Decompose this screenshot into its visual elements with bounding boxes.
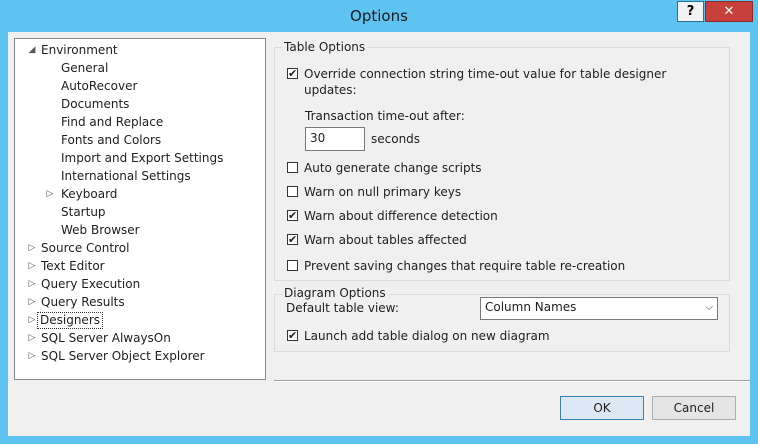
override-timeout-label-line2: updates: — [304, 83, 357, 97]
tree-item-text-editor[interactable]: Text Editor — [39, 258, 107, 275]
ok-button[interactable]: OK — [560, 396, 644, 420]
tree-item-query-execution[interactable]: Query Execution — [39, 276, 142, 293]
divider — [274, 380, 750, 382]
dialog-client-area: ◢ Environment General AutoRecover Docume… — [8, 32, 750, 436]
expand-arrow-icon[interactable]: ▷ — [27, 240, 37, 257]
options-tree[interactable]: ◢ Environment General AutoRecover Docume… — [14, 38, 266, 380]
tree-item-source-control[interactable]: Source Control — [39, 240, 131, 257]
title-bar[interactable]: Options ? ✕ — [0, 0, 758, 32]
warn-tables-affected-checkbox[interactable]: ✔ — [287, 234, 298, 245]
override-timeout-checkbox[interactable]: ✔ — [287, 68, 298, 79]
tree-item-find-and-replace[interactable]: Find and Replace — [59, 114, 165, 131]
table-options-title: Table Options — [282, 40, 368, 54]
tree-item-autorecover[interactable]: AutoRecover — [59, 78, 139, 95]
tree-item-fonts-and-colors[interactable]: Fonts and Colors — [59, 132, 163, 149]
override-timeout-row[interactable]: ✔ Override connection string time-out va… — [287, 67, 707, 83]
tree-item-query-results[interactable]: Query Results — [39, 294, 127, 311]
prevent-saving-label: Prevent saving changes that require tabl… — [304, 259, 626, 273]
prevent-saving-row[interactable]: Prevent saving changes that require tabl… — [287, 259, 707, 275]
seconds-label: seconds — [371, 132, 421, 146]
default-view-label: Default table view: — [286, 301, 399, 315]
close-button[interactable]: ✕ — [705, 1, 753, 22]
cancel-button[interactable]: Cancel — [652, 396, 736, 420]
tree-item-designers[interactable]: Designers — [37, 312, 103, 329]
options-window: Options ? ✕ ◢ Environment General AutoRe… — [0, 0, 758, 444]
tree-item-general[interactable]: General — [59, 60, 110, 77]
tree-item-startup[interactable]: Startup — [59, 204, 108, 221]
expand-arrow-icon[interactable]: ▷ — [27, 348, 37, 365]
transaction-timeout-label: Transaction time-out after: — [305, 109, 465, 123]
tree-item-international-settings[interactable]: International Settings — [59, 168, 193, 185]
auto-generate-scripts-label: Auto generate change scripts — [304, 161, 482, 175]
warn-difference-checkbox[interactable]: ✔ — [287, 210, 298, 221]
expand-arrow-icon[interactable]: ▷ — [27, 330, 37, 347]
chevron-down-icon: ⌵ — [705, 302, 713, 313]
default-view-select[interactable]: Column Names ⌵ — [480, 297, 718, 320]
expand-arrow-icon[interactable]: ▷ — [27, 276, 37, 293]
window-title: Options — [350, 7, 408, 25]
tree-item-documents[interactable]: Documents — [59, 96, 131, 113]
warn-null-keys-checkbox[interactable] — [287, 186, 298, 197]
warn-difference-row[interactable]: ✔ Warn about difference detection — [287, 209, 707, 225]
collapse-arrow-icon[interactable]: ◢ — [27, 42, 37, 59]
launch-add-table-row[interactable]: ✔ Launch add table dialog on new diagram — [287, 329, 707, 345]
override-timeout-label: Override connection string time-out valu… — [304, 67, 667, 81]
expand-arrow-icon[interactable]: ▷ — [27, 294, 37, 311]
tree-item-environment[interactable]: Environment — [39, 42, 120, 59]
tree-item-web-browser[interactable]: Web Browser — [59, 222, 142, 239]
expand-arrow-icon[interactable]: ▷ — [45, 186, 55, 203]
expand-arrow-icon[interactable]: ▷ — [27, 312, 37, 329]
warn-null-keys-row[interactable]: Warn on null primary keys — [287, 185, 707, 201]
tree-item-sql-server-alwayson[interactable]: SQL Server AlwaysOn — [39, 330, 173, 347]
tree-item-sql-server-object-explorer[interactable]: SQL Server Object Explorer — [39, 348, 207, 365]
timeout-input[interactable]: 30 — [305, 127, 365, 151]
warn-difference-label: Warn about difference detection — [304, 209, 498, 223]
warn-null-keys-label: Warn on null primary keys — [304, 185, 462, 199]
launch-add-table-label: Launch add table dialog on new diagram — [304, 329, 550, 343]
auto-generate-scripts-row[interactable]: Auto generate change scripts — [287, 161, 707, 177]
default-view-value: Column Names — [485, 300, 577, 314]
diagram-options-title: Diagram Options — [282, 286, 388, 300]
warn-tables-affected-label: Warn about tables affected — [304, 233, 467, 247]
launch-add-table-checkbox[interactable]: ✔ — [287, 330, 298, 341]
warn-tables-affected-row[interactable]: ✔ Warn about tables affected — [287, 233, 707, 249]
tree-item-keyboard[interactable]: Keyboard — [59, 186, 119, 203]
prevent-saving-checkbox[interactable] — [287, 260, 298, 271]
tree-item-import-export-settings[interactable]: Import and Export Settings — [59, 150, 225, 167]
auto-generate-scripts-checkbox[interactable] — [287, 162, 298, 173]
help-button[interactable]: ? — [677, 1, 704, 22]
expand-arrow-icon[interactable]: ▷ — [27, 258, 37, 275]
